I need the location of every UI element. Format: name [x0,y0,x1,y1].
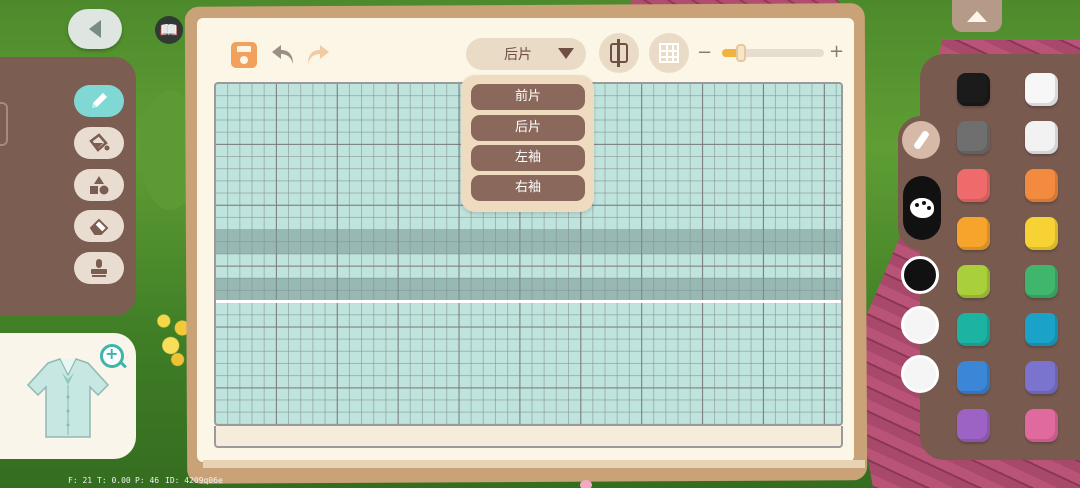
book-icon: 📖 [159,21,179,39]
eyedropper-button[interactable] [902,121,940,159]
debug-ping: P: 46 [135,476,160,485]
color-swatch[interactable] [957,73,990,106]
palette-icon [910,198,934,218]
eraser-icon [89,218,109,235]
preview-zoom-button[interactable]: + [100,344,124,368]
current-color-tertiary[interactable] [901,355,939,393]
piece-select-value: 后片 [504,47,532,63]
redo-icon [308,45,329,64]
color-swatch[interactable] [957,313,990,346]
zoom-out-label[interactable]: − [697,42,712,63]
zoom-slider-thumb[interactable] [736,44,747,62]
stamp-tool-button[interactable] [74,252,124,284]
color-swatch[interactable] [957,265,990,298]
garment-piece-select[interactable]: 后片 [466,38,586,70]
shirt-preview-image [26,358,110,438]
shaded-row-band [216,230,841,254]
shapes-icon [90,176,109,195]
mirror-toggle-button[interactable] [599,33,639,73]
guide-book-button[interactable]: 📖 [155,16,183,44]
color-swatch[interactable] [1025,73,1058,106]
dropdown-option-left-sleeve[interactable]: 左袖 [471,145,585,171]
color-swatch[interactable] [1025,169,1058,202]
zoom-in-label[interactable]: + [829,41,844,62]
mirror-icon [610,39,628,67]
canvas-footer [214,426,843,448]
shaded-row-band [216,278,841,302]
grid-toggle-button[interactable] [649,33,689,73]
grid-icon [659,43,679,63]
piece-dropdown-menu: 前片 后片 左袖 右袖 [461,75,594,212]
panel-edge [0,102,8,146]
dropdown-option-right-sleeve[interactable]: 右袖 [471,175,585,201]
color-swatch[interactable] [957,217,990,250]
caret-down-icon [558,48,574,59]
zoom-slider[interactable] [722,44,824,62]
seam-guide-line [216,300,841,303]
color-swatch[interactable] [1025,313,1058,346]
dropdown-option-back[interactable]: 后片 [471,115,585,141]
color-swatch[interactable] [957,169,990,202]
color-swatch[interactable] [957,409,990,442]
pencil-tool-button[interactable] [74,85,124,117]
back-button[interactable] [68,9,122,49]
fill-tool-button[interactable] [74,127,124,159]
current-color-secondary[interactable] [901,306,939,344]
undo-icon [272,45,293,64]
zoom-in-icon: + [105,344,119,363]
redo-button[interactable] [303,40,333,70]
chevron-up-icon [967,10,987,22]
back-arrow-icon [89,20,101,38]
color-swatch[interactable] [1025,121,1058,154]
paint-bucket-icon [89,133,110,152]
current-color-primary[interactable] [901,256,939,294]
pencil-icon [92,93,107,108]
debug-time: T: 0.00 [97,476,131,485]
color-swatch[interactable] [957,121,990,154]
save-button[interactable] [231,42,257,68]
dropdown-option-front[interactable]: 前片 [471,84,585,110]
color-swatch[interactable] [957,361,990,394]
debug-id: ID: 4209q06e [165,476,223,485]
debug-fps: F: 21 [68,476,93,485]
color-swatch[interactable] [1025,361,1058,394]
shapes-tool-button[interactable] [74,169,124,201]
color-swatch[interactable] [1025,217,1058,250]
undo-button[interactable] [268,40,298,70]
board-edge [203,460,865,468]
eraser-tool-button[interactable] [74,210,124,242]
decoration-dot [580,480,592,488]
collapse-panel-button[interactable] [952,0,1002,32]
color-panel [920,54,1080,460]
stamp-icon [91,259,107,277]
palette-button[interactable] [903,176,941,240]
color-swatch[interactable] [1025,409,1058,442]
color-swatch[interactable] [1025,265,1058,298]
eyedropper-icon [912,129,930,151]
